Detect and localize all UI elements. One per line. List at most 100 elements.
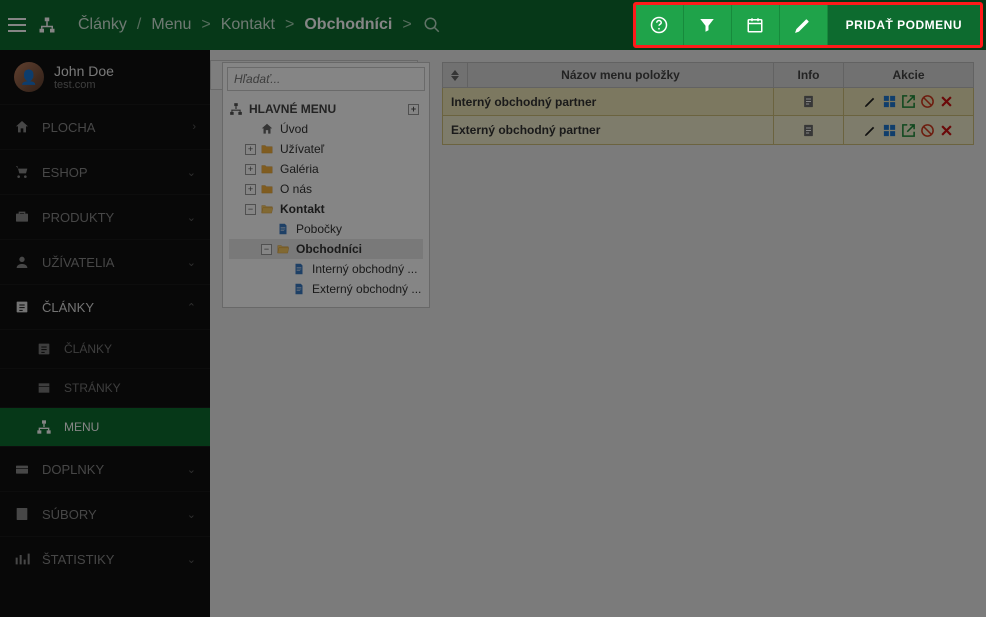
add-submenu-button[interactable]: PRIDAŤ PODMENU (828, 5, 980, 45)
delete-icon[interactable] (939, 123, 954, 138)
filter-button[interactable] (684, 5, 732, 45)
nav-icon (36, 341, 52, 357)
user-block[interactable]: 👤 John Doe test.com (0, 50, 210, 104)
sidebar-subitem-články[interactable]: ČLÁNKY (0, 330, 210, 368)
row-name[interactable]: Externý obchodný partner (443, 116, 774, 144)
sidebar-item-produkty[interactable]: PRODUKTY⌄ (0, 195, 210, 239)
menu-tree: HLAVNÉ MENU + Úvod+Užívateľ+Galéria+O ná… (223, 95, 429, 307)
nav-icon (36, 380, 52, 396)
tree-node-label: Obchodníci (296, 242, 362, 256)
row-info (774, 88, 844, 116)
tree-toggle[interactable]: + (245, 164, 256, 175)
nav-icon (14, 461, 30, 477)
sidebar-subitem-menu[interactable]: MENU (0, 408, 210, 446)
sidebar-item-plocha[interactable]: PLOCHA› (0, 105, 210, 149)
sidebar-subitem-stránky[interactable]: STRÁNKY (0, 369, 210, 407)
chevron-icon: ⌄ (187, 211, 196, 224)
tree-node[interactable]: Interný obchodný ... (229, 259, 423, 279)
name-column-header[interactable]: Názov menu položky (468, 63, 774, 88)
delete-icon[interactable] (939, 94, 954, 109)
sidebar-item-súbory[interactable]: SÚBORY⌄ (0, 492, 210, 536)
disable-icon[interactable] (920, 94, 935, 109)
note-icon[interactable] (801, 123, 816, 138)
sidebar-item-eshop[interactable]: ESHOP⌄ (0, 150, 210, 194)
breadcrumb-item[interactable]: Kontakt (221, 16, 275, 34)
disable-icon[interactable] (920, 123, 935, 138)
tree-node-label: Pobočky (296, 222, 342, 236)
breadcrumb-item[interactable]: Menu (151, 16, 191, 34)
chevron-icon: ⌄ (187, 463, 196, 476)
tree-toggle[interactable]: + (245, 144, 256, 155)
external-link-icon[interactable] (901, 94, 916, 109)
note-icon[interactable] (801, 94, 816, 109)
nav-icon (14, 119, 30, 135)
nav-icon (14, 551, 30, 567)
row-name[interactable]: Interný obchodný partner (443, 88, 774, 116)
hamburger-icon[interactable] (8, 18, 26, 32)
tree-node[interactable]: Úvod (229, 119, 423, 139)
table-body: Interný obchodný partnerExterný obchodný… (443, 88, 974, 145)
nav-icon (36, 419, 52, 435)
sidebar-item-štatistiky[interactable]: ŠTATISTIKY⌄ (0, 537, 210, 581)
calendar-button[interactable] (732, 5, 780, 45)
global-search[interactable] (412, 0, 452, 50)
sidebar-item-label: DOPLNKY (42, 462, 187, 477)
tree-header[interactable]: HLAVNÉ MENU + (229, 99, 423, 119)
tree-toggle[interactable]: − (261, 244, 272, 255)
sidebar-nav: PLOCHA›ESHOP⌄PRODUKTY⌄UŽÍVATELIA⌄ČLÁNKY⌃… (0, 104, 210, 581)
breadcrumb-item[interactable]: Články (78, 16, 127, 34)
info-column-header: Info (774, 63, 844, 88)
filter-icon (698, 16, 716, 34)
page-icon (292, 282, 306, 296)
sidebar-item-doplnky[interactable]: DOPLNKY⌄ (0, 447, 210, 491)
row-actions (844, 88, 974, 116)
help-button[interactable] (636, 5, 684, 45)
tree-header-label: HLAVNÉ MENU (249, 102, 408, 116)
home-icon (260, 122, 274, 136)
tree-search-input[interactable] (227, 67, 425, 91)
tree-node[interactable]: + Galéria (229, 159, 423, 179)
nav-icon (14, 299, 30, 315)
pencil-icon (794, 16, 812, 34)
grid-icon[interactable] (882, 123, 897, 138)
tree-add-icon[interactable]: + (408, 104, 419, 115)
sidebar-item-label: ESHOP (42, 165, 187, 180)
tree-toggle[interactable]: + (245, 184, 256, 195)
tree-node[interactable]: +Užívateľ (229, 139, 423, 159)
sidebar: 👤 John Doe test.com PLOCHA›ESHOP⌄PRODUKT… (0, 50, 210, 617)
tree-node[interactable]: Externý obchodný ... (229, 279, 423, 299)
folder-open-icon (276, 242, 290, 256)
folder-icon (260, 182, 274, 196)
breadcrumb-sep: > (201, 16, 210, 34)
tree-node-label: Interný obchodný ... (312, 262, 417, 276)
page-icon (276, 222, 290, 236)
edit-button[interactable] (780, 5, 828, 45)
sidebar-item-label: ČLÁNKY (42, 300, 187, 315)
main-content: HLAVNÉ MENU + Úvod+Užívateľ+Galéria+O ná… (210, 50, 986, 617)
tree-toggle[interactable]: − (245, 204, 256, 215)
grid-icon[interactable] (882, 94, 897, 109)
tree-node[interactable]: − Obchodníci (229, 239, 423, 259)
folder-open-icon (260, 202, 274, 216)
external-link-icon[interactable] (901, 123, 916, 138)
tree-node[interactable]: +O nás (229, 179, 423, 199)
breadcrumb-sep: / (137, 16, 141, 34)
sitemap-icon[interactable] (38, 16, 56, 34)
nav-icon (14, 164, 30, 180)
breadcrumb-sep: > (402, 16, 411, 34)
tree-node-label: Galéria (280, 162, 319, 176)
actions-column-header: Akcie (844, 63, 974, 88)
menu-items-table: Názov menu položky Info Akcie Interný ob… (442, 62, 974, 145)
table-row: Externý obchodný partner (443, 116, 974, 144)
search-icon (423, 16, 441, 34)
sidebar-item-užívatelia[interactable]: UŽÍVATELIA⌄ (0, 240, 210, 284)
chevron-icon: ⌄ (187, 166, 196, 179)
sidebar-item-label: ČLÁNKY (64, 342, 196, 356)
sidebar-item-články[interactable]: ČLÁNKY⌃ (0, 285, 210, 329)
tree-node[interactable]: Pobočky (229, 219, 423, 239)
chevron-icon: ⌄ (187, 256, 196, 269)
tree-node[interactable]: −Kontakt (229, 199, 423, 219)
sort-column-header[interactable] (443, 63, 468, 88)
edit-icon[interactable] (863, 123, 878, 138)
edit-icon[interactable] (863, 94, 878, 109)
